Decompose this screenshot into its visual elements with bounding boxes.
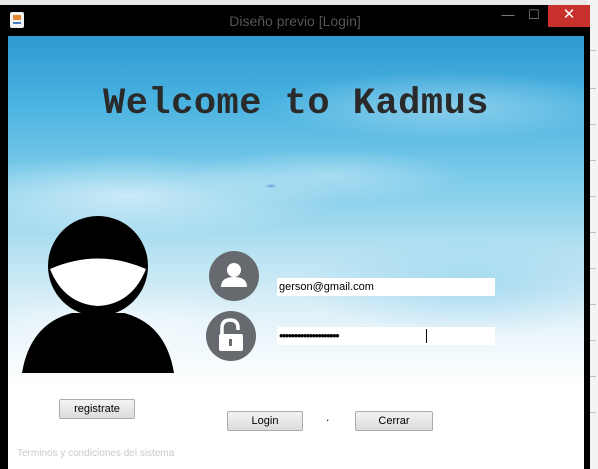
user-avatar-icon — [22, 216, 174, 373]
separator-dot: . — [326, 410, 330, 424]
login-window: Diseño previo [Login] — ☐ ✕ Welcome to K… — [0, 5, 590, 469]
user-icon — [209, 251, 259, 301]
close-window-button[interactable]: ✕ — [548, 5, 590, 27]
password-field[interactable] — [277, 327, 495, 345]
text-caret — [426, 329, 427, 343]
login-panel: Welcome to Kadmus registrate Login . Cer — [8, 36, 584, 469]
maximize-button[interactable]: ☐ — [522, 5, 546, 27]
unlocked-padlock-icon — [206, 311, 256, 361]
email-field[interactable] — [277, 278, 495, 296]
minimize-button[interactable]: — — [496, 5, 520, 27]
welcome-heading: Welcome to Kadmus — [103, 83, 489, 125]
register-button[interactable]: registrate — [59, 399, 135, 419]
title-bar[interactable]: Diseño previo [Login] — ☐ ✕ — [0, 5, 590, 36]
terms-link[interactable]: Terminos y condiciones del sistema — [17, 448, 174, 459]
cerrar-button[interactable]: Cerrar — [355, 411, 433, 431]
login-button[interactable]: Login — [227, 411, 303, 431]
